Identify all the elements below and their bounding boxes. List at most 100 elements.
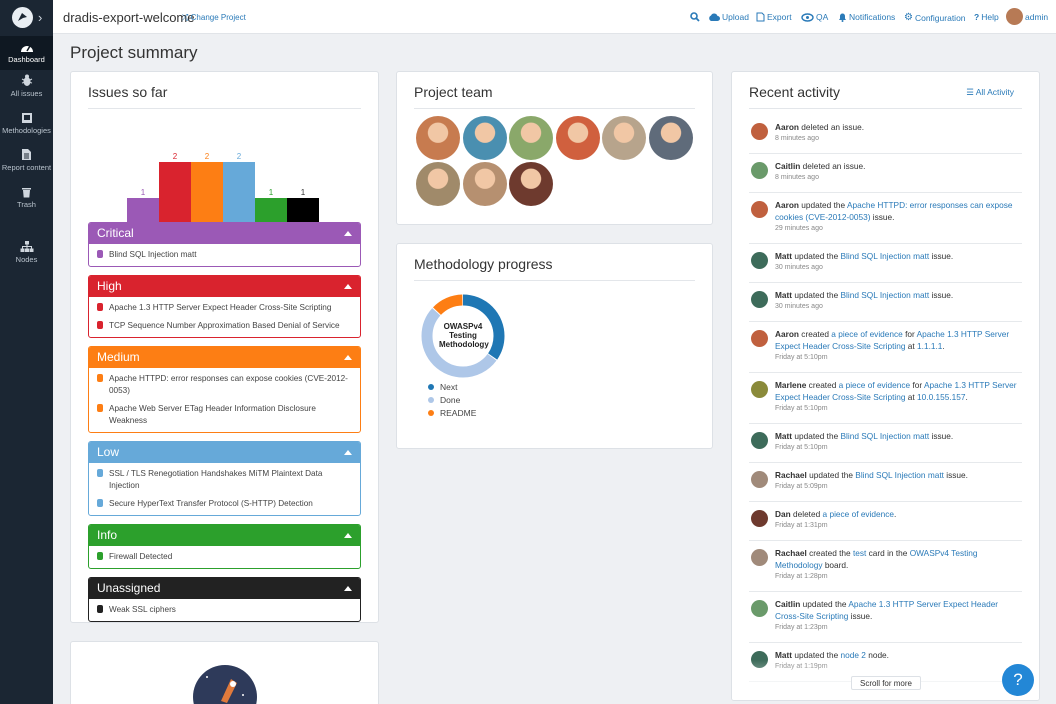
team-member-avatar[interactable]: [602, 116, 646, 160]
dradis-logo[interactable]: [12, 7, 33, 28]
dashboard-icon: [20, 45, 33, 52]
issue-link[interactable]: Apache 1.3 HTTP Server Expect Header Cro…: [89, 299, 360, 317]
avatar[interactable]: [751, 381, 768, 398]
activity-item: Aaron deleted an issue. 8 minutes ago: [749, 115, 1022, 154]
team-member-avatar[interactable]: [648, 116, 693, 160]
activity-link[interactable]: test: [853, 548, 866, 558]
sidebar-item-methodologies[interactable]: Methodologies: [0, 112, 53, 142]
notifications-link[interactable]: Notifications: [838, 12, 895, 22]
activity-link[interactable]: a piece of evidence: [839, 380, 911, 390]
change-project-link[interactable]: ⤮ Change Project: [182, 13, 246, 23]
collapse-caret-icon[interactable]: [344, 586, 352, 591]
team-member-avatar[interactable]: [462, 116, 507, 160]
issue-title: Secure HyperText Transfer Protocol (S-HT…: [109, 499, 313, 508]
help-label: Help: [981, 12, 999, 22]
all-activity-link[interactable]: ☰ All Activity: [966, 87, 1014, 98]
avatar[interactable]: [751, 432, 768, 449]
avatar[interactable]: [751, 123, 768, 140]
issue-link[interactable]: Weak SSL ciphers: [89, 601, 360, 619]
team-member-avatar[interactable]: [509, 116, 553, 160]
severity-header[interactable]: Low: [89, 442, 360, 463]
team-member-avatar[interactable]: [416, 162, 460, 206]
sidebar-item-label: Methodologies: [2, 126, 51, 135]
team-member-avatar[interactable]: [555, 116, 600, 160]
project-team-panel: Project team: [396, 71, 713, 225]
severity-header[interactable]: Critical: [89, 223, 360, 244]
legend-item-next[interactable]: Next: [428, 382, 457, 392]
activity-link[interactable]: Blind SQL Injection matt: [841, 431, 930, 441]
issue-link[interactable]: Blind SQL Injection matt: [89, 246, 360, 264]
search-button[interactable]: [690, 12, 700, 22]
activity-user: Dan: [775, 509, 791, 519]
issue-link[interactable]: SSL / TLS Renegotiation Handshakes MiTM …: [89, 465, 360, 495]
avatar[interactable]: [751, 471, 768, 488]
qa-link[interactable]: QA: [801, 12, 828, 22]
configuration-link[interactable]: ⚙ Configuration: [904, 12, 966, 23]
activity-link[interactable]: 1.1.1.1: [917, 341, 942, 351]
severity-group-info: Info Firewall Detected: [88, 524, 361, 569]
activity-link[interactable]: Apache HTTPD: error responses can expose…: [775, 200, 1013, 222]
legend-label: Next: [440, 382, 458, 392]
severity-header[interactable]: High: [89, 276, 360, 297]
chevron-right-icon[interactable]: ›: [38, 10, 42, 25]
all-activity-label: All Activity: [975, 87, 1014, 97]
activity-link[interactable]: Blind SQL Injection matt: [855, 470, 944, 480]
severity-title: Info: [97, 528, 118, 542]
export-icon: [756, 12, 765, 22]
issue-link[interactable]: Firewall Detected: [89, 548, 360, 566]
avatar[interactable]: [751, 162, 768, 179]
help-link[interactable]: ? Help: [974, 12, 999, 22]
team-member-avatar[interactable]: [462, 162, 507, 206]
severity-header[interactable]: Medium: [89, 347, 360, 368]
user-menu[interactable]: admin: [1006, 8, 1048, 25]
avatar[interactable]: [751, 201, 768, 218]
avatar[interactable]: [751, 330, 768, 347]
sidebar-item-trash[interactable]: Trash: [0, 186, 53, 214]
activity-link[interactable]: a piece of evidence: [823, 509, 895, 519]
issue-link[interactable]: Apache HTTPD: error responses can expose…: [89, 370, 360, 400]
activity-link[interactable]: a piece of evidence: [831, 329, 903, 339]
sidebar-item-nodes[interactable]: Nodes: [0, 240, 53, 268]
export-link[interactable]: Export: [756, 12, 792, 22]
avatar[interactable]: [751, 291, 768, 308]
issue-link[interactable]: Apache Web Server ETag Header Informatio…: [89, 400, 360, 430]
severity-header[interactable]: Info: [89, 525, 360, 546]
issue-link[interactable]: Secure HyperText Transfer Protocol (S-HT…: [89, 495, 360, 513]
sidebar-item-all-issues[interactable]: All issues: [0, 74, 53, 104]
collapse-caret-icon[interactable]: [344, 284, 352, 289]
help-chat-button[interactable]: ?: [1002, 664, 1034, 696]
activity-link[interactable]: Blind SQL Injection matt: [841, 251, 930, 261]
issue-link[interactable]: TCP Sequence Number Approximation Based …: [89, 317, 360, 335]
avatar[interactable]: [751, 600, 768, 617]
avatar[interactable]: [751, 510, 768, 527]
avatar[interactable]: [751, 549, 768, 566]
sidebar-item-dashboard[interactable]: Dashboard: [0, 36, 53, 70]
bar-value-label: 2: [204, 152, 210, 161]
legend-item-done[interactable]: Done: [428, 395, 460, 405]
issues-panel: Issues so far 1 Critical 2 High 2 Medium 2 Low 1…: [70, 71, 379, 623]
collapse-caret-icon[interactable]: [344, 355, 352, 360]
activity-link[interactable]: Apache 1.3 HTTP Server Expect Header Cro…: [775, 599, 998, 621]
scroll-for-more-button[interactable]: Scroll for more: [851, 676, 921, 690]
team-member-avatar[interactable]: [509, 162, 553, 206]
collapse-caret-icon[interactable]: [344, 450, 352, 455]
severity-group-low: Low SSL / TLS Renegotiation Handshakes Mi…: [88, 441, 361, 516]
donut-center-label: OWASPv4 Testing Methodology: [439, 322, 489, 349]
bar-value-label: 2: [236, 152, 242, 161]
rss-icon: ☰: [966, 87, 974, 97]
legend-item-readme[interactable]: README: [428, 408, 476, 418]
severity-header[interactable]: Unassigned: [89, 578, 360, 599]
upload-link[interactable]: Upload: [708, 12, 749, 22]
sidebar-item-report-content[interactable]: Report content: [0, 148, 53, 178]
collapse-caret-icon[interactable]: [344, 231, 352, 236]
activity-text: deleted an issue.: [800, 161, 866, 171]
avatar[interactable]: [751, 252, 768, 269]
activity-link[interactable]: Blind SQL Injection matt: [841, 290, 930, 300]
collapse-caret-icon[interactable]: [344, 533, 352, 538]
team-member-avatar[interactable]: [416, 116, 460, 160]
activity-link[interactable]: 10.0.155.157: [917, 392, 965, 402]
severity-group-unassigned: Unassigned Weak SSL ciphers: [88, 577, 361, 622]
activity-link[interactable]: node 2: [841, 650, 866, 660]
bug-icon: [97, 374, 103, 382]
issue-title: Firewall Detected: [109, 552, 173, 561]
